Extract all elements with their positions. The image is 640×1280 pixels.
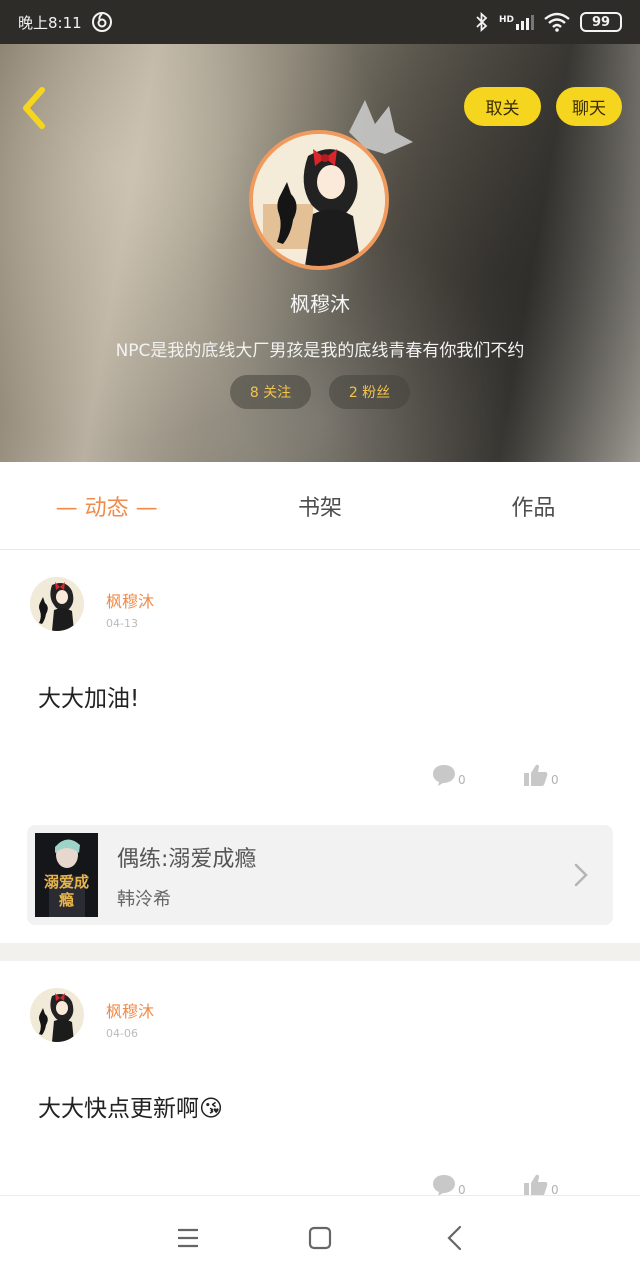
back-arrow-icon[interactable] (16, 84, 52, 132)
book-cover: 溺爱成瘾 (35, 833, 98, 917)
profile-avatar[interactable] (249, 130, 389, 270)
comment-icon (433, 765, 455, 786)
battery-indicator: 99 (580, 12, 622, 32)
post-date: 04-06 (106, 1027, 138, 1040)
bluetooth-icon (476, 12, 488, 32)
post-text: 大大快点更新啊😘 (38, 1096, 223, 1122)
menu-icon[interactable] (172, 1222, 204, 1254)
unfollow-button[interactable]: 取关 (464, 87, 541, 126)
profile-nickname: 枫穆沐 (290, 292, 350, 316)
like-button[interactable]: 0 (523, 763, 559, 787)
post-date: 04-13 (106, 617, 138, 630)
post-divider (0, 943, 640, 961)
battery-level: 99 (591, 14, 611, 30)
book-card[interactable]: 溺爱成瘾 偶练:溺爱成瘾 韩泠希 (27, 825, 613, 925)
wifi-icon (544, 12, 570, 32)
avatar-illustration (30, 988, 84, 1042)
book-author: 韩泠希 (117, 889, 171, 910)
network-type: HD (498, 14, 514, 25)
follows-count-button[interactable]: 8 关注 (230, 375, 311, 409)
book-cover-title: 溺爱成瘾 (43, 873, 89, 909)
chat-button[interactable]: 聊天 (556, 87, 622, 126)
avatar-illustration (30, 577, 84, 631)
home-square-icon[interactable] (304, 1222, 336, 1254)
tab-bookshelf[interactable]: 书架 (213, 462, 426, 549)
thumbs-up-icon (524, 764, 548, 786)
book-title: 偶练:溺爱成瘾 (117, 847, 257, 872)
post-item: 枫穆沐 04-06 大大快点更新啊😘 0 0 (0, 961, 640, 1195)
comment-button[interactable]: 0 (432, 763, 466, 787)
profile-tabs: — 动态 — 书架 作品 (0, 462, 640, 550)
chevron-right-icon (574, 863, 588, 887)
back-icon[interactable] (440, 1222, 472, 1254)
profile-bio: NPC是我的底线大厂男孩是我的底线青春有你我们不约 (115, 341, 525, 361)
avatar-illustration (253, 134, 385, 266)
tab-activity[interactable]: — 动态 — (0, 462, 213, 549)
signal-icon: HD (498, 14, 534, 30)
post-text: 大大加油! (38, 686, 140, 712)
status-bar: 晚上8:11 HD 99 (0, 0, 640, 44)
fans-count-button[interactable]: 2 粉丝 (329, 375, 410, 409)
comment-button[interactable]: 0 (432, 1173, 466, 1195)
post-author[interactable]: 枫穆沐 (106, 998, 154, 1022)
system-nav-bar (0, 1195, 640, 1280)
post-item: 枫穆沐 04-13 大大加油! 0 0 溺爱成瘾 偶练:溺爱成瘾 韩泠希 (0, 551, 640, 943)
profile-header: 取关 聊天 枫穆沐 NPC是我的底线大厂男孩是我的底线青春有你我们不约 8 关注… (0, 44, 640, 462)
like-button[interactable]: 0 (523, 1173, 559, 1195)
comment-icon (433, 1175, 455, 1195)
comment-count: 0 (458, 773, 466, 787)
post-author[interactable]: 枫穆沐 (106, 588, 154, 612)
tab-works[interactable]: 作品 (427, 462, 640, 549)
thumbs-up-icon (524, 1174, 548, 1195)
post-avatar[interactable] (30, 577, 84, 631)
comment-count: 0 (458, 1183, 466, 1195)
status-time: 晚上8:11 (18, 13, 82, 32)
netease-music-icon (91, 12, 112, 32)
like-count: 0 (551, 1183, 559, 1195)
post-avatar[interactable] (30, 988, 84, 1042)
like-count: 0 (551, 773, 559, 787)
